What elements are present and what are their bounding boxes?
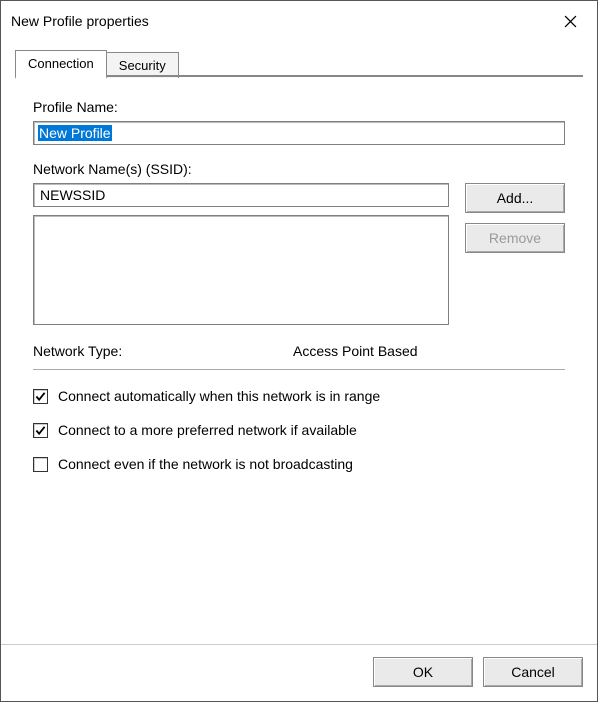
- separator: [33, 369, 565, 370]
- opt-prefer-network-label: Connect to a more preferred network if a…: [58, 422, 357, 438]
- ssid-list[interactable]: [33, 215, 449, 325]
- dialog-body: Connection Security Profile Name: New Pr…: [1, 41, 597, 644]
- opt-not-broadcasting-label: Connect even if the network is not broad…: [58, 456, 353, 472]
- network-type-value: Access Point Based: [293, 343, 418, 359]
- opt-auto-connect-row: Connect automatically when this network …: [33, 388, 565, 404]
- dialog-footer: OK Cancel: [1, 644, 597, 701]
- profile-name-input[interactable]: New Profile: [33, 121, 565, 145]
- opt-prefer-network-checkbox[interactable]: [33, 423, 48, 438]
- close-button[interactable]: [555, 9, 585, 33]
- close-icon: [564, 15, 577, 28]
- ssid-input[interactable]: [33, 183, 449, 207]
- add-button[interactable]: Add...: [465, 183, 565, 213]
- ssid-label: Network Name(s) (SSID):: [33, 161, 565, 177]
- window-title: New Profile properties: [11, 13, 149, 29]
- check-icon: [35, 425, 46, 436]
- tab-security[interactable]: Security: [106, 52, 179, 78]
- ssid-row: Add... Remove: [33, 183, 565, 325]
- remove-button[interactable]: Remove: [465, 223, 565, 253]
- ssid-left: [33, 183, 449, 325]
- profile-name-value: New Profile: [38, 125, 112, 141]
- tab-connection[interactable]: Connection: [15, 50, 107, 79]
- opt-not-broadcasting-checkbox[interactable]: [33, 457, 48, 472]
- opt-auto-connect-label: Connect automatically when this network …: [58, 388, 380, 404]
- opt-not-broadcasting-row: Connect even if the network is not broad…: [33, 456, 565, 472]
- opt-prefer-network-row: Connect to a more preferred network if a…: [33, 422, 565, 438]
- tab-panel-connection: Profile Name: New Profile Network Name(s…: [15, 77, 583, 630]
- opt-auto-connect-checkbox[interactable]: [33, 389, 48, 404]
- ok-button[interactable]: OK: [373, 657, 473, 687]
- check-icon: [35, 391, 46, 402]
- cancel-button[interactable]: Cancel: [483, 657, 583, 687]
- network-type-row: Network Type: Access Point Based: [33, 343, 565, 359]
- network-type-label: Network Type:: [33, 343, 293, 359]
- tab-strip: Connection Security: [15, 51, 583, 77]
- ssid-buttons: Add... Remove: [465, 183, 565, 253]
- profile-name-label: Profile Name:: [33, 99, 565, 115]
- titlebar: New Profile properties: [1, 1, 597, 41]
